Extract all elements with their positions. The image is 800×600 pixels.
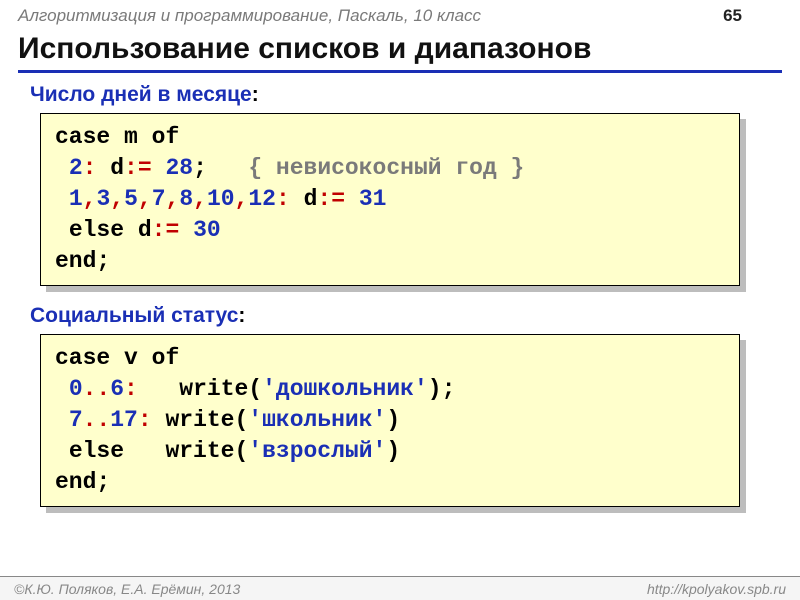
slide-title: Использование списков и диапазонов xyxy=(18,32,782,73)
footer-left: ©К.Ю. Поляков, Е.А. Ерёмин, 2013 xyxy=(14,581,240,597)
code-block-1: case m of 2: d:= 28; { невисокосный год … xyxy=(40,113,740,286)
code-box: case m of 2: d:= 28; { невисокосный год … xyxy=(40,113,740,286)
code-content: case m of 2: d:= 28; { невисокосный год … xyxy=(55,122,725,277)
code-box: case v of 0..6: write('дошкольник'); 7..… xyxy=(40,334,740,507)
section-text: Социальный статус xyxy=(30,304,238,327)
slide-header: Алгоритмизация и программирование, Паска… xyxy=(0,0,800,28)
footer-right: http://kpolyakov.spb.ru xyxy=(647,581,786,597)
colon: : xyxy=(252,83,259,106)
course-title: Алгоритмизация и программирование, Паска… xyxy=(18,6,481,26)
slide-footer: ©К.Ю. Поляков, Е.А. Ерёмин, 2013 http://… xyxy=(0,576,800,600)
section-label-1: Число дней в месяце: xyxy=(30,83,800,107)
page-number: 65 xyxy=(723,6,782,26)
section-label-2: Социальный статус: xyxy=(30,304,800,328)
code-block-2: case v of 0..6: write('дошкольник'); 7..… xyxy=(40,334,740,507)
colon: : xyxy=(238,304,245,327)
section-text: Число дней в месяце xyxy=(30,83,252,106)
code-content: case v of 0..6: write('дошкольник'); 7..… xyxy=(55,343,725,498)
